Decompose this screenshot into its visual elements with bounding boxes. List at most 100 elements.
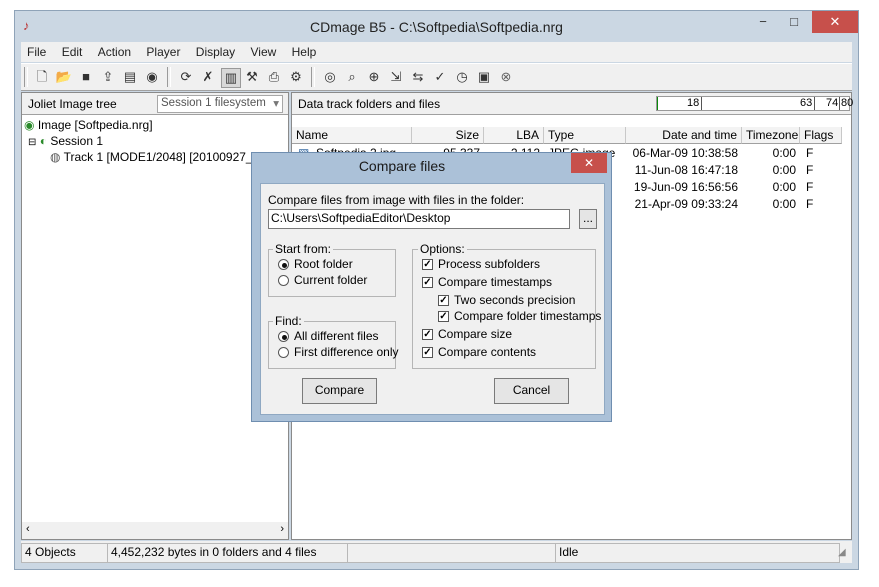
compare-files-dialog: Compare files ✕ Compare files from image… xyxy=(251,152,612,422)
compare-timestamps-label[interactable]: Compare timestamps xyxy=(438,275,552,289)
options-label: Options: xyxy=(418,242,467,256)
status-state: Idle xyxy=(555,543,840,563)
column-type[interactable]: Type xyxy=(544,127,626,144)
file-timezone: 0:00 xyxy=(772,180,796,194)
compare-folder-timestamps-label[interactable]: Compare folder timestamps xyxy=(454,309,601,323)
scroll-right-icon[interactable]: › xyxy=(280,523,284,535)
toolbar-separator xyxy=(311,67,315,87)
print-icon[interactable]: ⎙ xyxy=(265,68,283,86)
up-folder-icon[interactable]: ⇪ xyxy=(99,68,117,86)
properties-icon[interactable]: ▤ xyxy=(121,68,139,86)
compare-folder-timestamps-checkbox[interactable]: ✓ xyxy=(438,311,449,322)
search-next-icon[interactable]: ⊕ xyxy=(365,68,383,86)
folder-path-input[interactable]: C:\Users\SoftpediaEditor\Desktop xyxy=(268,209,570,229)
chevron-down-icon: ▾ xyxy=(273,98,279,110)
all-different-files-radio[interactable] xyxy=(278,331,289,342)
scroll-left-icon[interactable]: ‹ xyxy=(26,523,30,535)
cancel-button[interactable]: Cancel xyxy=(494,378,569,404)
check-disc-icon[interactable]: ◎ xyxy=(321,68,339,86)
maximize-button[interactable]: □ xyxy=(781,11,807,33)
search-icon[interactable]: ⌕ xyxy=(343,68,361,86)
column-date[interactable]: Date and time xyxy=(626,127,742,144)
compare-contents-checkbox[interactable]: ✓ xyxy=(422,347,433,358)
file-flags: F xyxy=(806,146,814,160)
menu-view[interactable]: View xyxy=(244,42,282,62)
disc-icon[interactable]: ◉ xyxy=(143,68,161,86)
report-icon[interactable]: ▣ xyxy=(475,68,493,86)
progress-value: 74 xyxy=(826,97,839,109)
track-icon: ◍ xyxy=(50,150,61,164)
column-size[interactable]: Size xyxy=(412,127,484,144)
root-folder-label[interactable]: Root folder xyxy=(294,257,353,271)
dialog-body: Compare files from image with files in t… xyxy=(260,183,605,415)
first-difference-label[interactable]: First difference only xyxy=(294,345,399,359)
open-folder-icon[interactable]: 📂 xyxy=(55,68,73,86)
file-timezone: 0:00 xyxy=(772,146,796,160)
file-date: 21-Apr-09 09:33:24 xyxy=(634,197,738,211)
close-button[interactable]: ✕ xyxy=(812,11,858,33)
verify-icon[interactable]: ✓ xyxy=(431,68,449,86)
title-bar[interactable]: ♪ CDmage B5 - C:\Softpedia\Softpedia.nrg… xyxy=(15,11,858,41)
file-date: 06-Mar-09 10:38:58 xyxy=(632,146,738,160)
timer-icon[interactable]: ◷ xyxy=(453,68,471,86)
progress-divider xyxy=(701,97,702,110)
compare-size-checkbox[interactable]: ✓ xyxy=(422,329,433,340)
tree-item-label: Image [Softpedia.nrg] xyxy=(37,118,153,132)
tree-view-icon[interactable]: ▥ xyxy=(221,68,241,88)
compare-icon[interactable]: ⇆ xyxy=(409,68,427,86)
all-different-files-label[interactable]: All different files xyxy=(294,329,379,343)
filesystem-select[interactable]: Session 1 filesystem ▾ xyxy=(157,95,283,113)
file-date: 11-Jun-08 16:47:18 xyxy=(634,163,738,177)
process-subfolders-label[interactable]: Process subfolders xyxy=(438,257,540,271)
menu-bar: File Edit Action Player Display View Hel… xyxy=(21,42,852,62)
start-from-label: Start from: xyxy=(273,242,334,256)
dialog-close-button[interactable]: ✕ xyxy=(571,153,607,173)
minimize-button[interactable]: − xyxy=(750,11,776,33)
file-flags: F xyxy=(806,180,814,194)
window-title: CDmage B5 - C:\Softpedia\Softpedia.nrg xyxy=(310,19,563,35)
menu-edit[interactable]: Edit xyxy=(56,42,89,62)
save-icon[interactable]: ■ xyxy=(77,68,95,86)
dialog-title: Compare files xyxy=(358,158,446,174)
compare-size-label[interactable]: Compare size xyxy=(438,327,512,341)
compare-contents-label[interactable]: Compare contents xyxy=(438,345,536,359)
toolbar: 🗋 📂 ■ ⇪ ▤ ◉ ⟳ ✗ ▥ ⚒ ⎙ ⚙ ◎ ⌕ ⊕ ⇲ ⇆ ✓ ◷ ▣ … xyxy=(21,63,852,91)
session-icon: ◐ xyxy=(39,134,47,148)
delete-icon[interactable]: ✗ xyxy=(199,68,217,86)
folder-label: Compare files from image with files in t… xyxy=(268,193,525,207)
browse-button[interactable]: ... xyxy=(579,209,597,229)
settings-icon[interactable]: ⚙ xyxy=(287,68,305,86)
column-timezone[interactable]: Timezone xyxy=(742,127,800,144)
menu-file[interactable]: File xyxy=(21,42,52,62)
two-seconds-precision-checkbox[interactable]: ✓ xyxy=(438,295,449,306)
first-difference-radio[interactable] xyxy=(278,347,289,358)
extract-icon[interactable]: ⇲ xyxy=(387,68,405,86)
compare-timestamps-checkbox[interactable]: ✓ xyxy=(422,277,433,288)
stop-icon[interactable]: ⊗ xyxy=(497,68,515,86)
tree-item-session[interactable]: ⊟ ◐ Session 1 xyxy=(24,133,286,149)
current-folder-label[interactable]: Current folder xyxy=(294,273,367,287)
refresh-icon[interactable]: ⟳ xyxy=(177,68,195,86)
column-lba[interactable]: LBA xyxy=(484,127,544,144)
image-tree-panel: Joliet Image tree Session 1 filesystem ▾… xyxy=(21,92,289,540)
column-headers: Name Size LBA Type Date and time Timezon… xyxy=(292,127,851,144)
resize-grip-icon[interactable]: ◢ xyxy=(838,547,846,558)
tools-icon[interactable]: ⚒ xyxy=(243,68,261,86)
menu-help[interactable]: Help xyxy=(286,42,323,62)
horizontal-scrollbar[interactable]: ‹ › xyxy=(22,522,288,539)
root-folder-radio[interactable] xyxy=(278,259,289,270)
file-flags: F xyxy=(806,163,814,177)
current-folder-radio[interactable] xyxy=(278,275,289,286)
menu-action[interactable]: Action xyxy=(92,42,137,62)
column-name[interactable]: Name xyxy=(292,127,412,144)
process-subfolders-checkbox[interactable]: ✓ xyxy=(422,259,433,270)
tree-item-image[interactable]: ◉ Image [Softpedia.nrg] xyxy=(24,117,286,133)
menu-display[interactable]: Display xyxy=(190,42,241,62)
tree-item-track[interactable]: ◍ Track 1 [MODE1/2048] [20100927_01532 xyxy=(24,149,286,165)
compare-button[interactable]: Compare xyxy=(302,378,377,404)
column-flags[interactable]: Flags xyxy=(800,127,842,144)
new-icon[interactable]: 🗋 xyxy=(33,68,51,86)
collapse-icon[interactable]: ⊟ xyxy=(28,137,36,148)
two-seconds-precision-label[interactable]: Two seconds precision xyxy=(454,293,575,307)
menu-player[interactable]: Player xyxy=(140,42,186,62)
